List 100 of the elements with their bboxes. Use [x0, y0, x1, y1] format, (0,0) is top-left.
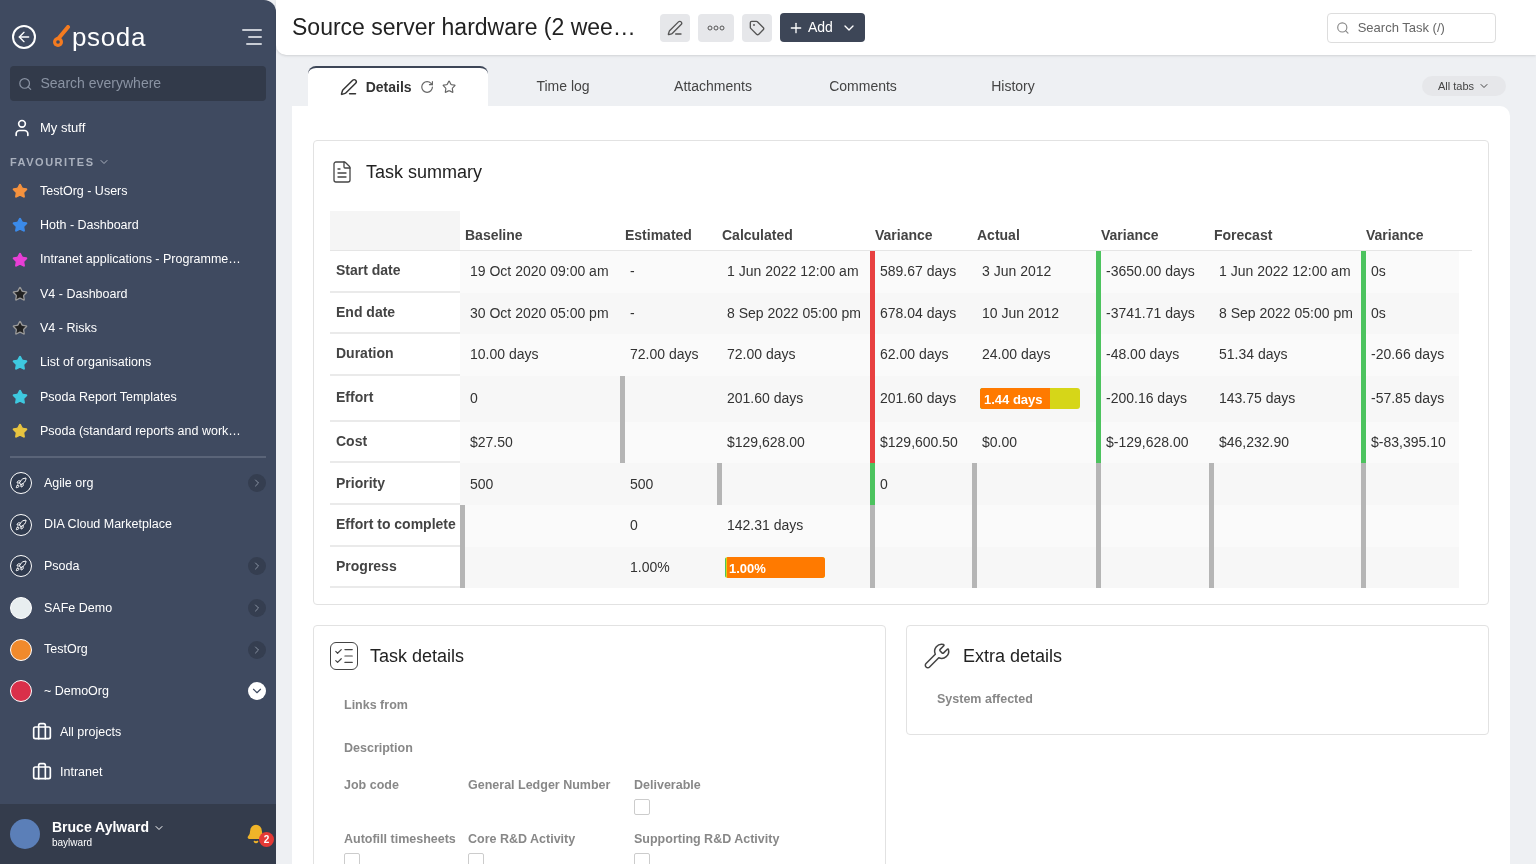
row-label: Effort to complete: [335, 515, 456, 535]
table-cell-text: -20.66 days: [1370, 345, 1445, 365]
table-cell-text: 19 Oct 2020 09:00 am: [469, 262, 609, 282]
table-cell-text: 0: [469, 389, 478, 409]
sidebar-item[interactable]: My stuff: [0, 105, 276, 150]
table-cell-text: 142.31 days: [726, 516, 804, 536]
table-cell-text: -3741.71 days: [1105, 303, 1195, 323]
column-header: Forecast: [1213, 226, 1273, 245]
tab[interactable]: Time log: [488, 66, 638, 106]
favourite-item[interactable]: Hoth - Dashboard: [0, 208, 276, 243]
expand-icon[interactable]: [248, 682, 266, 701]
add-button[interactable]: Add: [779, 13, 865, 42]
checkbox[interactable]: [468, 852, 484, 864]
organisation-item[interactable]: Agile org: [0, 462, 276, 504]
briefcase-icon: [32, 721, 52, 742]
tab[interactable]: Comments: [788, 66, 938, 106]
table-cell-text: $27.50: [469, 433, 513, 453]
all-tabs-button[interactable]: All tabs: [1421, 76, 1506, 96]
column-header: Baseline: [464, 226, 523, 245]
row-label: Effort: [335, 388, 374, 408]
favourite-item[interactable]: V4 - Risks: [0, 311, 276, 346]
search-input[interactable]: Search everywhere: [40, 73, 258, 94]
table-cell-text: 72.00 days: [726, 345, 796, 365]
table-cell-text: 3 Jun 2012: [981, 262, 1052, 282]
table-cell-text: 0: [879, 474, 888, 494]
refresh-icon[interactable]: [419, 79, 434, 95]
card-title: Task details: [370, 644, 465, 668]
table-cell-text: 30 Oct 2020 05:00 pm: [469, 303, 609, 323]
section-heading: FAVOURITES: [10, 154, 95, 170]
user-name[interactable]: Bruce Aylward: [52, 819, 149, 837]
table-cell-text: 500: [629, 474, 654, 494]
star-icon[interactable]: [441, 79, 456, 95]
search-input[interactable]: Search Task (/): [1357, 17, 1487, 38]
table-cell-text: 1 Jun 2022 12:00 am: [1218, 262, 1351, 282]
field-label: Core R&D Activity: [468, 831, 577, 849]
card-title: Task summary: [366, 160, 482, 184]
page-title: Source server hardware (2 wee…: [292, 13, 636, 43]
tab[interactable]: Details: [308, 66, 488, 106]
document-icon: [330, 160, 354, 184]
table-cell-text: $-129,628.00: [1105, 433, 1189, 453]
tag-button[interactable]: [741, 13, 772, 42]
table-cell-text: 10 Jun 2012: [981, 303, 1060, 323]
checkbox[interactable]: [634, 798, 650, 815]
field-label: Job code: [344, 777, 400, 795]
pencil-icon: [666, 19, 683, 36]
table-cell-text: 0s: [1370, 303, 1386, 323]
favourite-item[interactable]: List of organisations: [0, 345, 276, 380]
table-cell-text: 72.00 days: [629, 345, 699, 365]
table-cell-text: 1.00%: [629, 557, 670, 577]
tag-icon: [748, 19, 765, 36]
row-label: Start date: [335, 261, 401, 281]
pencil-icon: [340, 77, 358, 97]
field-label: System affected: [937, 692, 1033, 707]
organisation-item[interactable]: TestOrg: [0, 628, 276, 671]
table-cell-text: 8 Sep 2022 05:00 pm: [1218, 303, 1353, 323]
table-cell-text: $129,600.50: [879, 433, 958, 453]
table-cell-text: 0s: [1370, 262, 1386, 282]
table-cell-text: 1 Jun 2022 12:00 am: [726, 262, 859, 282]
favourite-item[interactable]: Psoda Report Templates: [0, 379, 276, 415]
edit-button[interactable]: [659, 13, 690, 42]
organisation-item[interactable]: ~ DemoOrg: [0, 670, 276, 712]
search-field[interactable]: Search everywhere: [10, 66, 266, 101]
table-cell-text: $129,628.00: [726, 433, 805, 453]
table-cell-text: -48.00 days: [1105, 345, 1180, 365]
tab[interactable]: History: [938, 66, 1088, 106]
table-cell-text: 51.34 days: [1218, 345, 1288, 365]
checkbox[interactable]: [344, 852, 360, 864]
project-item[interactable]: All projects: [0, 711, 276, 752]
card-title: Extra details: [963, 644, 1063, 668]
table-cell-text: 62.00 days: [879, 345, 949, 365]
organisation-item[interactable]: Psoda: [0, 545, 276, 588]
dots-icon: [706, 24, 725, 31]
briefcase-icon: [32, 761, 52, 782]
checkbox[interactable]: [634, 852, 650, 864]
favourite-item[interactable]: Intranet applications - Programme…: [0, 242, 276, 277]
table-cell-text: 500: [469, 474, 494, 494]
organisation-item[interactable]: DIA Cloud Marketplace: [0, 503, 276, 546]
table-cell-text: $0.00: [981, 433, 1018, 453]
column-header: Estimated: [624, 226, 692, 245]
favourite-item[interactable]: V4 - Dashboard: [0, 276, 276, 312]
project-item[interactable]: Intranet: [0, 751, 276, 792]
organisation-item[interactable]: SAFe Demo: [0, 587, 276, 629]
favourite-item[interactable]: Psoda (standard reports and work…: [0, 414, 276, 449]
table-cell-text: 201.60 days: [726, 389, 804, 409]
more-button[interactable]: [697, 13, 734, 42]
username: baylward: [52, 836, 94, 849]
column-header: Actual: [976, 226, 1020, 245]
field-label: General Ledger Number: [468, 777, 612, 795]
back-icon[interactable]: [12, 25, 36, 49]
wrench-icon: [923, 642, 951, 671]
column-header: Calculated: [721, 226, 793, 245]
table-cell-text: 678.04 days: [879, 303, 957, 323]
search-icon: [1336, 19, 1350, 36]
tab[interactable]: Attachments: [638, 66, 788, 106]
table-cell-text: -: [629, 303, 635, 323]
task-search-field[interactable]: Search Task (/): [1327, 12, 1496, 43]
progress-label: 1.44 days: [984, 391, 1043, 410]
favourite-item[interactable]: TestOrg - Users: [0, 174, 276, 209]
field-label: Links from: [344, 698, 408, 713]
table-cell-text: -57.85 days: [1370, 389, 1445, 409]
